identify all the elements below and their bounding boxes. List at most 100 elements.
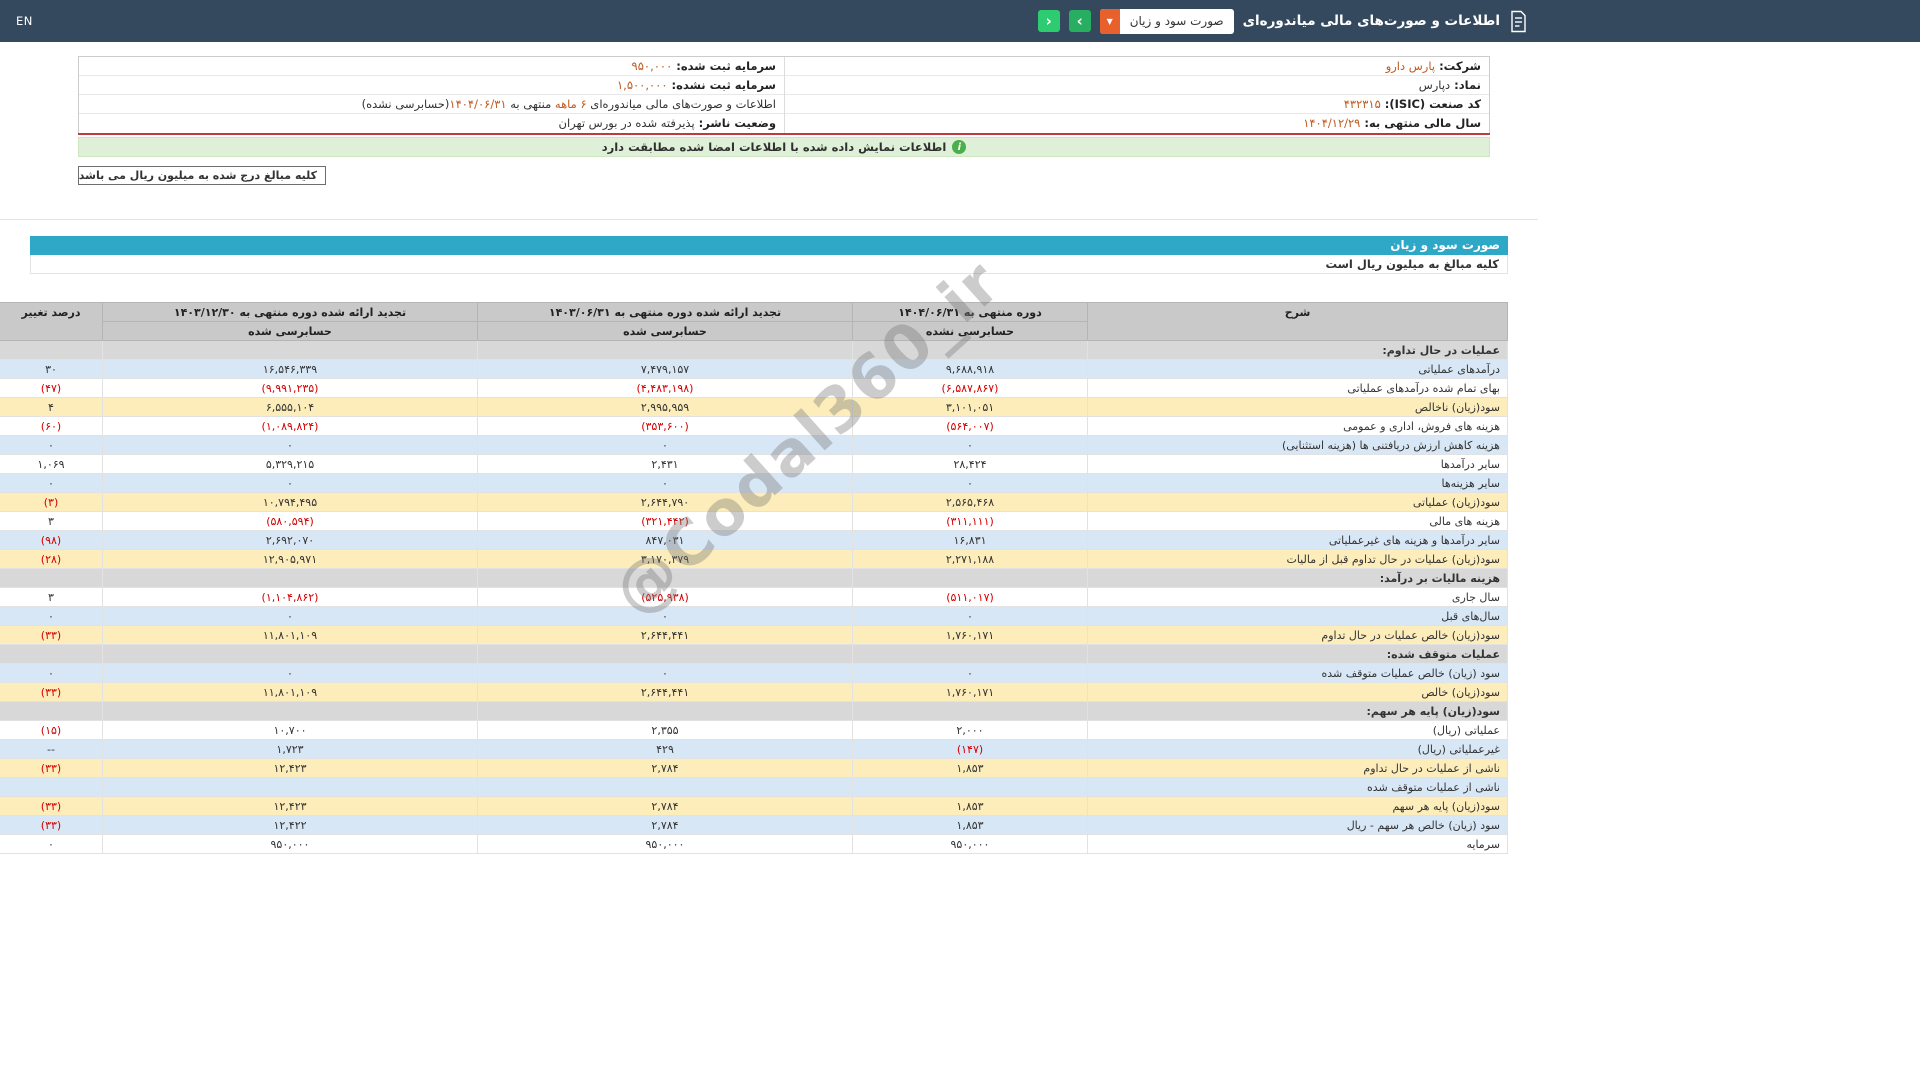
value-restated-annual-period: (۵۸۰,۵۹۴): [103, 512, 478, 531]
value-restated-annual-period: ۱۱,۸۰۱,۱۰۹: [103, 626, 478, 645]
value-change-percent: (۶۰): [0, 417, 103, 436]
page-title: اطلاعات و صورت‌های مالی میاندوره‌ای: [1243, 13, 1500, 29]
section-header-row: عملیات در حال تداوم:: [0, 341, 1508, 360]
value-restated-prior-period: ۲,۷۸۴: [478, 797, 853, 816]
statement-table-body: عملیات در حال تداوم:درآمدهای عملیاتی۹,۶۸…: [0, 341, 1508, 854]
company-info-row: شرکت: پارس دارو: [785, 57, 1489, 76]
statement-row: سایر درآمدها و هزینه های غیرعملیاتی۱۶,۸۳…: [0, 531, 1508, 550]
statement-row: غیرعملیاتی (ریال)(۱۴۷)۴۲۹۱,۷۲۳--: [0, 740, 1508, 759]
value-restated-annual-period: ۱۰,۷۰۰: [103, 721, 478, 740]
value-current-period: ۱,۸۵۳: [853, 816, 1088, 835]
value-restated-annual-period: ۱۶,۵۴۶,۳۳۹: [103, 360, 478, 379]
company-info-row: وضعیت ناشر: پذیرفته شده در بورس تهران: [79, 114, 784, 133]
signature-match-banner: i اطلاعات نمایش داده شده با اطلاعات امضا…: [78, 137, 1490, 157]
info-value: ۱۴۰۴/۱۲/۲۹: [1303, 116, 1360, 130]
company-info-row: سرمایه ثبت شده: ۹۵۰,۰۰۰: [79, 57, 784, 76]
info-icon: i: [952, 140, 966, 154]
value-restated-prior-period: ۰: [478, 664, 853, 683]
info-value: ۱۴۰۴/۰۶/۳۱: [449, 97, 506, 111]
row-label: درآمدهای عملیاتی: [1088, 360, 1508, 379]
statement-section: صورت سود و زیان کلیه مبالغ به میلیون ریا…: [30, 236, 1508, 854]
row-label: سود(زیان) خالص: [1088, 683, 1508, 702]
next-report-button[interactable]: ›: [1069, 10, 1091, 32]
value-restated-prior-period: ۲,۳۵۵: [478, 721, 853, 740]
value-restated-annual-period: [103, 645, 478, 664]
page-container: شرکت: پارس دارونماد: دپارسکد صنعت (ISIC)…: [0, 56, 1538, 854]
value-restated-annual-period: ۱۲,۴۲۳: [103, 759, 478, 778]
value-current-period: ۰: [853, 607, 1088, 626]
value-change-percent: [0, 569, 103, 588]
value-restated-prior-period: (۳۵۳,۶۰۰): [478, 417, 853, 436]
value-current-period: [853, 645, 1088, 664]
value-current-period: ۰: [853, 436, 1088, 455]
info-label: وضعیت ناشر:: [695, 116, 776, 130]
value-restated-prior-period: [478, 645, 853, 664]
value-current-period: ۱,۸۵۳: [853, 759, 1088, 778]
red-divider-line: [78, 133, 1490, 135]
value-change-percent: [0, 341, 103, 360]
report-icon: [1509, 10, 1528, 33]
value-restated-prior-period: ۰: [478, 436, 853, 455]
value-current-period: (۶,۵۸۷,۸۶۷): [853, 379, 1088, 398]
info-value: ۱,۵۰۰,۰۰۰: [617, 78, 668, 92]
value-change-percent: ۱,۰۶۹: [0, 455, 103, 474]
top-navbar: اطلاعات و صورت‌های مالی میاندوره‌ای صورت…: [0, 0, 1920, 42]
row-label: غیرعملیاتی (ریال): [1088, 740, 1508, 759]
value-restated-annual-period: ۱۰,۷۹۴,۴۹۵: [103, 493, 478, 512]
value-restated-prior-period: ۲,۹۹۵,۹۵۹: [478, 398, 853, 417]
row-label: سود(زیان) ناخالص: [1088, 398, 1508, 417]
value-current-period: [853, 569, 1088, 588]
row-label: ناشی از عملیات در حال تداوم: [1088, 759, 1508, 778]
statement-row: سود(زیان) عملیاتی۲,۵۶۵,۴۶۸۲,۶۴۴,۷۹۰۱۰,۷۹…: [0, 493, 1508, 512]
col-header-restated-annual-period: تجدید ارائه شده دوره منتهی به ۱۴۰۳/۱۲/۳۰: [103, 303, 478, 322]
value-change-percent: ۰: [0, 835, 103, 854]
company-info-column: شرکت: پارس دارونماد: دپارسکد صنعت (ISIC)…: [784, 57, 1489, 133]
value-restated-prior-period: [478, 778, 853, 797]
value-current-period: ۹۵۰,۰۰۰: [853, 835, 1088, 854]
row-label: ناشی از عملیات متوقف شده: [1088, 778, 1508, 797]
value-restated-prior-period: (۴,۴۸۳,۱۹۸): [478, 379, 853, 398]
value-change-percent: (۱۵): [0, 721, 103, 740]
col-header-restated-prior-period: تجدید ارائه شده دوره منتهی به ۱۴۰۳/۰۶/۳۱: [478, 303, 853, 322]
topbar-right-group: اطلاعات و صورت‌های مالی میاندوره‌ای صورت…: [1038, 9, 1528, 34]
row-label: عملیاتی (ریال): [1088, 721, 1508, 740]
info-label: کد صنعت (ISIC):: [1381, 97, 1481, 111]
value-change-percent: ۰: [0, 607, 103, 626]
value-restated-annual-period: ۰: [103, 436, 478, 455]
row-label: سود (زیان) خالص هر سهم - ریال: [1088, 816, 1508, 835]
value-restated-prior-period: ۲,۶۴۴,۷۹۰: [478, 493, 853, 512]
value-current-period: [853, 778, 1088, 797]
value-restated-annual-period: ۱۲,۹۰۵,۹۷۱: [103, 550, 478, 569]
value-restated-prior-period: ۲,۴۳۱: [478, 455, 853, 474]
topbar-inner: اطلاعات و صورت‌های مالی میاندوره‌ای صورت…: [0, 0, 1538, 42]
value-change-percent: (۳۳): [0, 797, 103, 816]
company-info-row: کد صنعت (ISIC): ۴۳۲۳۱۵: [785, 95, 1489, 114]
value-restated-prior-period: ۲,۷۸۴: [478, 759, 853, 778]
value-restated-annual-period: [103, 341, 478, 360]
value-current-period: ۳,۱۰۱,۰۵۱: [853, 398, 1088, 417]
report-type-select[interactable]: صورت سود و زیان ▼: [1100, 9, 1234, 34]
value-restated-annual-period: ۵,۳۲۹,۲۱۵: [103, 455, 478, 474]
section-header-row: سود(زیان) پایه هر سهم:: [0, 702, 1508, 721]
row-label: هزینه های فروش، اداری و عمومی: [1088, 417, 1508, 436]
statement-unit-note: کلیه مبالغ به میلیون ریال است: [30, 255, 1508, 274]
row-label: سود(زیان) عملیاتی: [1088, 493, 1508, 512]
value-change-percent: ۳: [0, 588, 103, 607]
value-change-percent: (۲۸): [0, 550, 103, 569]
col-header-current-period: دوره منتهی به ۱۴۰۴/۰۶/۳۱: [853, 303, 1088, 322]
row-label: هزینه کاهش ارزش دریافتنی ها (هزینه استثن…: [1088, 436, 1508, 455]
value-change-percent: (۳۳): [0, 683, 103, 702]
statement-row: سود(زیان) عملیات در حال تداوم قبل از مال…: [0, 550, 1508, 569]
value-change-percent: (۳۳): [0, 626, 103, 645]
value-change-percent: (۳): [0, 493, 103, 512]
row-label: سایر هزینه‌ها: [1088, 474, 1508, 493]
prev-report-button[interactable]: ‹: [1038, 10, 1060, 32]
company-info-row: سال مالی منتهی به: ۱۴۰۴/۱۲/۲۹: [785, 114, 1489, 133]
row-label: عملیات متوقف شده:: [1088, 645, 1508, 664]
language-switch-en[interactable]: EN: [16, 14, 33, 28]
value-change-percent: [0, 778, 103, 797]
company-info-column: سرمایه ثبت شده: ۹۵۰,۰۰۰سرمایه ثبت نشده: …: [79, 57, 784, 133]
col-header-change-percent: درصد تغییر: [0, 303, 103, 341]
value-restated-prior-period: ۰: [478, 474, 853, 493]
value-restated-prior-period: ۴۲۹: [478, 740, 853, 759]
